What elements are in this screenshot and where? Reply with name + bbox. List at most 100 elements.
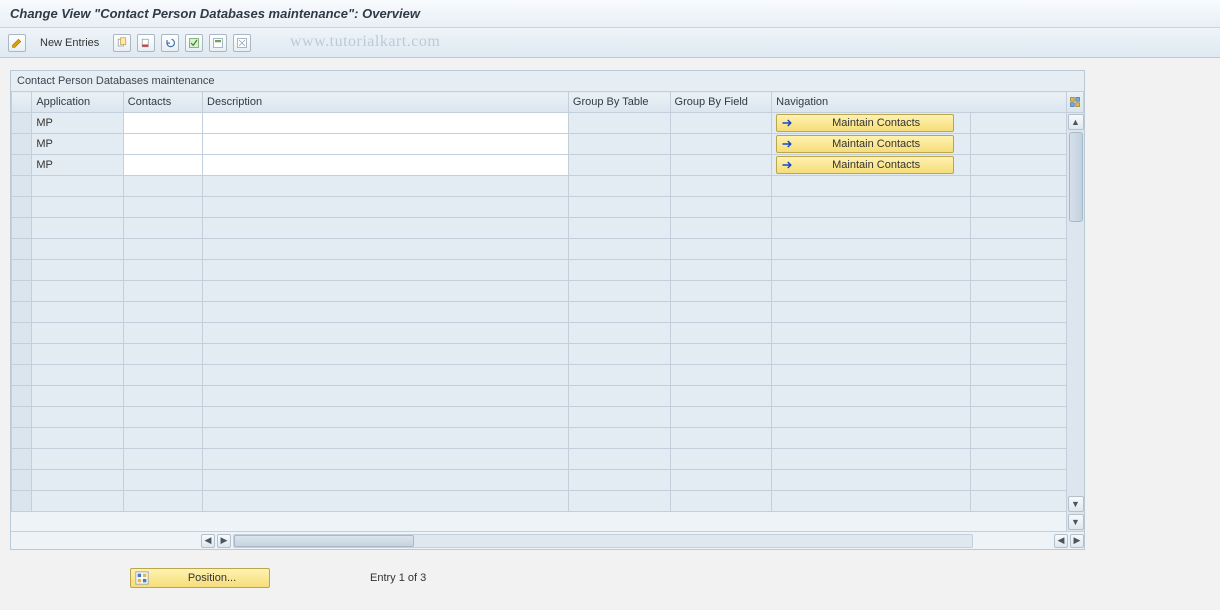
- empty-cell: [772, 176, 971, 197]
- vertical-scrollbar[interactable]: ▲ ▼ ▼: [1066, 113, 1084, 531]
- col-description[interactable]: Description: [203, 92, 569, 113]
- table-settings-button[interactable]: [1066, 91, 1084, 113]
- row-selector[interactable]: [12, 470, 32, 491]
- row-selector[interactable]: [12, 323, 32, 344]
- select-block-button[interactable]: [209, 34, 227, 52]
- position-button[interactable]: Position...: [130, 568, 270, 588]
- table-header-row: Application Contacts Description Group B…: [12, 92, 1069, 113]
- empty-cell: [203, 470, 569, 491]
- cell-application[interactable]: MP: [32, 134, 123, 155]
- description-input[interactable]: [203, 113, 568, 133]
- row-selector[interactable]: [12, 134, 32, 155]
- row-selector[interactable]: [12, 365, 32, 386]
- deselect-all-button[interactable]: [233, 34, 251, 52]
- empty-cell: [123, 407, 202, 428]
- scroll-right-end-button[interactable]: ▶: [1070, 534, 1084, 548]
- col-group-by-table[interactable]: Group By Table: [568, 92, 670, 113]
- empty-cell: [568, 449, 670, 470]
- col-group-by-field[interactable]: Group By Field: [670, 92, 772, 113]
- empty-cell: [32, 491, 123, 512]
- contacts-input[interactable]: [124, 113, 202, 133]
- description-input[interactable]: [203, 134, 568, 154]
- empty-cell: [670, 302, 772, 323]
- empty-cell: [568, 218, 670, 239]
- row-selector[interactable]: [12, 239, 32, 260]
- maintain-contacts-button[interactable]: Maintain Contacts: [776, 114, 954, 132]
- row-selector[interactable]: [12, 407, 32, 428]
- maintain-contacts-button[interactable]: Maintain Contacts: [776, 135, 954, 153]
- empty-cell: [32, 302, 123, 323]
- cell-tail: [971, 113, 1069, 134]
- table-row: [12, 197, 1069, 218]
- toggle-display-change-button[interactable]: [8, 34, 26, 52]
- cell-description[interactable]: [203, 134, 569, 155]
- empty-cell: [32, 449, 123, 470]
- contacts-input[interactable]: [124, 155, 202, 175]
- contacts-input[interactable]: [124, 134, 202, 154]
- row-selector[interactable]: [12, 176, 32, 197]
- scroll-down-button-2[interactable]: ▼: [1068, 514, 1084, 530]
- maintain-contacts-button[interactable]: Maintain Contacts: [776, 156, 954, 174]
- empty-cell: [123, 344, 202, 365]
- scroll-down-button[interactable]: ▼: [1068, 496, 1084, 512]
- description-input[interactable]: [203, 155, 568, 175]
- row-selector[interactable]: [12, 344, 32, 365]
- cell-contacts[interactable]: [123, 113, 202, 134]
- empty-cell: [670, 239, 772, 260]
- undo-change-button[interactable]: [161, 34, 179, 52]
- panel-title: Contact Person Databases maintenance: [11, 71, 1084, 91]
- empty-cell: [32, 176, 123, 197]
- row-selector[interactable]: [12, 281, 32, 302]
- cell-description[interactable]: [203, 113, 569, 134]
- cell-application[interactable]: MP: [32, 155, 123, 176]
- cell-application[interactable]: MP: [32, 113, 123, 134]
- row-selector[interactable]: [12, 113, 32, 134]
- cell-group-by-table[interactable]: [568, 134, 670, 155]
- copy-as-button[interactable]: [113, 34, 131, 52]
- empty-cell: [203, 302, 569, 323]
- col-navigation[interactable]: Navigation: [772, 92, 1069, 113]
- cell-group-by-table[interactable]: [568, 155, 670, 176]
- select-all-button[interactable]: [185, 34, 203, 52]
- row-selector[interactable]: [12, 302, 32, 323]
- row-selector[interactable]: [12, 218, 32, 239]
- row-selector[interactable]: [12, 428, 32, 449]
- row-selector[interactable]: [12, 491, 32, 512]
- empty-cell: [772, 302, 971, 323]
- empty-cell: [971, 386, 1069, 407]
- row-selector[interactable]: [12, 197, 32, 218]
- scroll-left-button[interactable]: ◀: [201, 534, 215, 548]
- empty-cell: [772, 323, 971, 344]
- cell-contacts[interactable]: [123, 155, 202, 176]
- new-entries-button[interactable]: New Entries: [32, 33, 107, 53]
- empty-cell: [123, 176, 202, 197]
- col-application[interactable]: Application: [32, 92, 123, 113]
- horizontal-scrollbar[interactable]: ◀ ▶ ◀ ▶: [11, 531, 1084, 549]
- cell-group-by-field[interactable]: [670, 134, 772, 155]
- row-selector[interactable]: [12, 260, 32, 281]
- row-selector[interactable]: [12, 449, 32, 470]
- empty-cell: [772, 344, 971, 365]
- empty-cell: [772, 197, 971, 218]
- empty-cell: [772, 260, 971, 281]
- title-bar: Change View "Contact Person Databases ma…: [0, 0, 1220, 28]
- col-contacts[interactable]: Contacts: [123, 92, 202, 113]
- col-selector[interactable]: [12, 92, 32, 113]
- scroll-left-end-button[interactable]: ◀: [1054, 534, 1068, 548]
- row-selector[interactable]: [12, 386, 32, 407]
- cell-group-by-field[interactable]: [670, 113, 772, 134]
- cell-description[interactable]: [203, 155, 569, 176]
- row-selector[interactable]: [12, 155, 32, 176]
- hscroll-track[interactable]: [233, 534, 973, 548]
- empty-cell: [568, 491, 670, 512]
- scroll-right-button[interactable]: ▶: [217, 534, 231, 548]
- cell-group-by-field[interactable]: [670, 155, 772, 176]
- delete-button[interactable]: [137, 34, 155, 52]
- cell-contacts[interactable]: [123, 134, 202, 155]
- scroll-up-button[interactable]: ▲: [1068, 114, 1084, 130]
- scroll-thumb[interactable]: [1069, 132, 1083, 222]
- empty-cell: [971, 239, 1069, 260]
- cell-group-by-table[interactable]: [568, 113, 670, 134]
- hscroll-thumb[interactable]: [234, 535, 414, 547]
- maintenance-panel: Contact Person Databases maintenance: [10, 70, 1085, 550]
